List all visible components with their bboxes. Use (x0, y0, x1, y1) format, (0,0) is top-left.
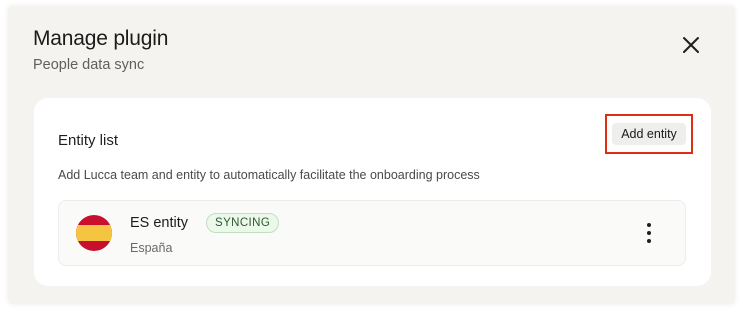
close-icon (683, 37, 699, 53)
entity-list-card: Entity list Add entity Add Lucca team an… (34, 98, 711, 286)
close-button[interactable] (679, 33, 703, 57)
add-entity-button[interactable]: Add entity (612, 123, 686, 145)
spain-flag-icon (76, 215, 112, 251)
entity-list-description: Add Lucca team and entity to automatical… (58, 168, 480, 182)
modal-subtitle: People data sync (33, 57, 145, 73)
manage-plugin-modal: Manage plugin People data sync Entity li… (8, 6, 735, 304)
entity-menu-button[interactable] (639, 221, 659, 245)
entity-country: España (130, 241, 173, 255)
status-badge: SYNCING (206, 213, 280, 233)
entity-name: ES entity (130, 215, 189, 231)
entity-list-title: Entity list (58, 132, 119, 149)
entity-row: ES entity SYNCING España (58, 200, 686, 266)
add-entity-highlight: Add entity (605, 114, 693, 154)
modal-title: Manage plugin (33, 27, 169, 50)
